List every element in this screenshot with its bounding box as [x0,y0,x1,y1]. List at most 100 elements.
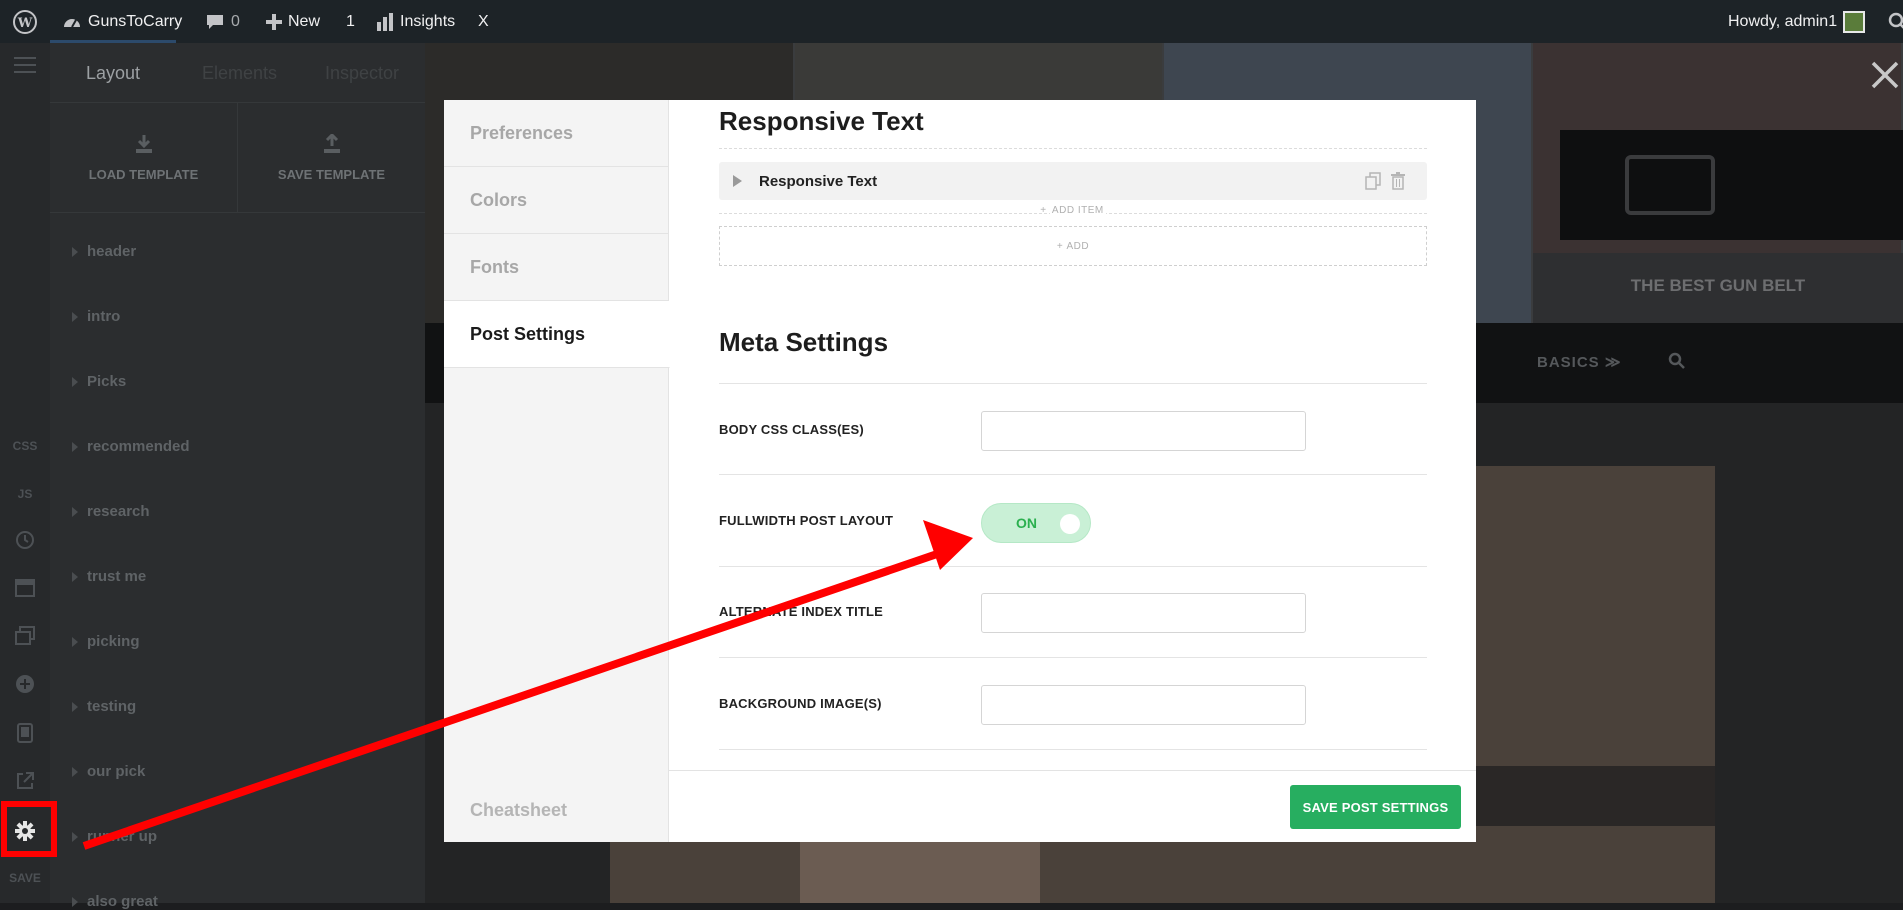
layout-icon[interactable] [13,576,37,600]
divider [719,749,1427,750]
nav-preferences[interactable]: Preferences [444,100,669,167]
x-label: X [478,13,489,31]
history-icon[interactable] [13,528,37,552]
modal-nav: Preferences Colors Fonts Post Settings C… [444,100,669,842]
admin-bar: W GunsToCarry 0 New 1 Insights X Howdy, … [0,0,1903,43]
plus-icon: + [1040,205,1050,216]
background-images-label: BACKGROUND IMAGE(S) [719,696,882,711]
section-item[interactable]: runner up [72,828,157,845]
responsive-text-item[interactable]: Responsive Text [719,162,1427,200]
bar-chart-icon [376,13,394,31]
howdy-label: Howdy, admin1 [1728,13,1837,31]
fullwidth-label: FULLWIDTH POST LAYOUT [719,513,893,528]
alt-index-title-label: ALTERNATE INDEX TITLE [719,604,883,619]
expand-triangle-icon [72,247,78,257]
divider [719,148,1427,149]
nav-search-icon [1668,352,1686,375]
section-item[interactable]: our pick [72,763,145,780]
expand-triangle-icon [72,897,78,907]
add-circle-icon[interactable] [13,672,37,696]
meta-settings-heading: Meta Settings [719,327,888,358]
body-css-label: BODY CSS CLASS(ES) [719,422,864,437]
site-name-link[interactable]: GunsToCarry [62,0,182,43]
close-icon[interactable] [1870,60,1900,95]
section-item[interactable]: recommended [72,438,190,455]
alt-index-title-input[interactable] [981,593,1306,633]
site-name-label: GunsToCarry [88,13,182,31]
section-item[interactable]: trust me [72,568,146,585]
nav-post-settings[interactable]: Post Settings [444,301,670,368]
background-images-input[interactable] [981,685,1306,725]
my-account-link[interactable]: Howdy, admin1 [1728,0,1865,43]
hamburger-menu-icon[interactable] [13,53,37,77]
divider [719,566,1427,567]
fullwidth-toggle[interactable]: ON [981,503,1091,543]
builder-icon-rail: CSS JS SAVE [0,43,50,903]
download-icon [134,134,154,157]
responsive-text-heading: Responsive Text [719,106,924,137]
nav-basics: BASICS ≫ [1537,353,1622,371]
expand-triangle-icon [72,832,78,842]
trash-icon[interactable] [1390,172,1406,195]
insights-link[interactable]: Insights [376,0,455,43]
svg-text:W: W [17,16,33,31]
responsive-item-label: Responsive Text [759,173,877,190]
tablet-icon[interactable] [13,721,37,745]
nav-colors[interactable]: Colors [444,167,669,234]
expand-triangle-icon [72,637,78,647]
avatar [1843,11,1865,33]
tab-layout[interactable]: Layout [86,63,140,84]
save-template-label: SAVE TEMPLATE [278,167,385,182]
nav-fonts[interactable]: Fonts [444,234,669,301]
add-box-button[interactable]: + ADD [719,226,1427,266]
js-button[interactable]: JS [0,487,50,501]
section-item[interactable]: also great [72,893,158,910]
load-template-button[interactable]: LOAD TEMPLATE [50,103,238,213]
comments-link[interactable]: 0 [205,0,240,43]
plus-icon [266,14,282,30]
upload-icon [322,134,342,157]
cheatsheet-link[interactable]: Cheatsheet [470,800,567,821]
expand-triangle-icon [72,572,78,582]
modal-footer: SAVE POST SETTINGS [669,770,1476,842]
css-button[interactable]: CSS [0,439,50,453]
body-css-input[interactable] [981,411,1306,451]
comments-count: 0 [231,13,240,31]
section-item[interactable]: Picks [72,373,126,390]
toggle-knob [1060,514,1080,534]
wordpress-logo-icon[interactable]: W [12,0,38,43]
annotation-highlight-box [1,801,57,857]
section-item[interactable]: testing [72,698,136,715]
expand-triangle-icon [72,767,78,777]
modal-content: Responsive Text Responsive Text + ADD IT… [669,100,1476,770]
expand-triangle-icon[interactable] [733,174,742,192]
expand-triangle-icon [72,507,78,517]
expand-triangle-icon [72,312,78,322]
search-icon[interactable] [1888,0,1903,43]
tab-inspector[interactable]: Inspector [325,63,399,84]
save-template-button[interactable]: SAVE TEMPLATE [238,103,426,213]
new-label: New [288,13,320,31]
updates-link[interactable]: 1 [346,0,355,43]
copy-icon[interactable] [13,624,37,648]
section-item[interactable]: research [72,503,150,520]
save-rail-button[interactable]: SAVE [0,871,50,885]
save-post-settings-button[interactable]: SAVE POST SETTINGS [1290,785,1461,829]
duplicate-icon[interactable] [1365,172,1381,195]
tab-elements[interactable]: Elements [202,63,277,84]
section-item[interactable]: header [72,243,136,260]
hero-caption: THE BEST GUN BELT [1533,276,1903,296]
expand-triangle-icon [72,377,78,387]
divider [719,474,1427,475]
load-template-label: LOAD TEMPLATE [89,167,199,182]
sidebar-tabs: Layout Elements Inspector [50,43,425,103]
settings-modal: Preferences Colors Fonts Post Settings C… [444,100,1476,842]
new-content-link[interactable]: New [266,0,320,43]
add-item-link[interactable]: + ADD ITEM [719,205,1427,216]
divider [719,383,1427,384]
x-link[interactable]: X [478,0,489,43]
external-link-icon[interactable] [13,769,37,793]
section-item[interactable]: intro [72,308,120,325]
section-item[interactable]: picking [72,633,140,650]
plus-icon: + [1057,241,1067,252]
